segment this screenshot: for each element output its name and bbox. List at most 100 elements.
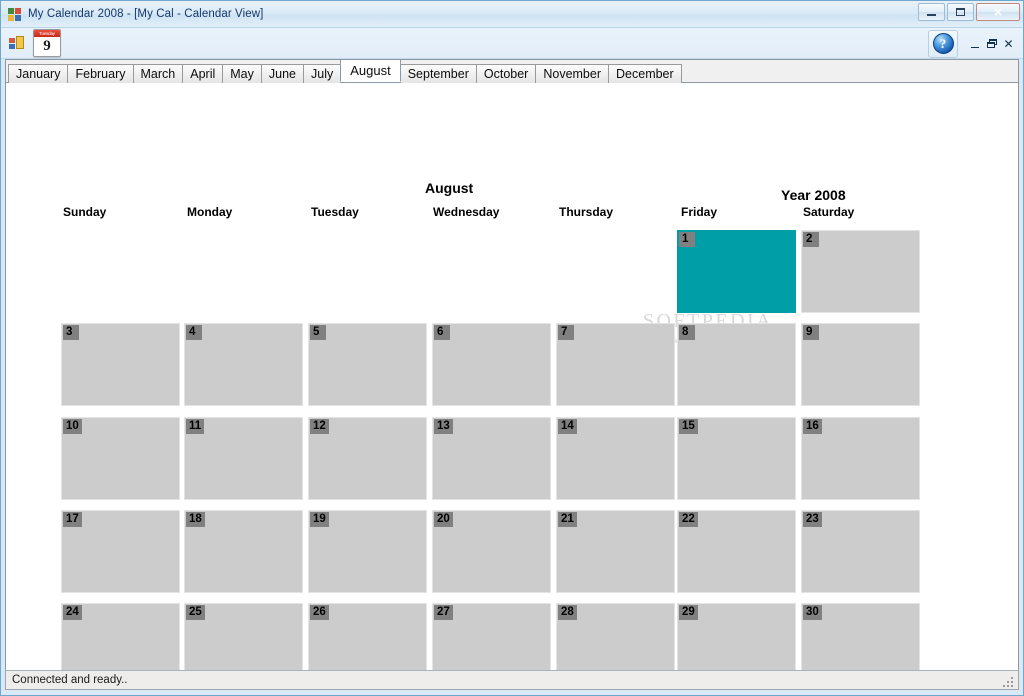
tab-march[interactable]: March	[132, 64, 184, 84]
calendar-day-cell[interactable]: 13	[432, 417, 551, 500]
day-number: 9	[803, 325, 819, 340]
day-number: 26	[310, 605, 329, 620]
day-number: 10	[63, 419, 82, 434]
toolbar-right-controls: ? ✕	[928, 28, 1017, 59]
calendar-day-cell[interactable]: 24	[61, 603, 180, 670]
calendar-day-cell[interactable]: 10	[61, 417, 180, 500]
day-number: 19	[310, 512, 329, 527]
calendar-day-cell[interactable]: 3	[61, 323, 180, 406]
calendar-day-cell[interactable]: 4	[184, 323, 303, 406]
calendar-day-cell[interactable]: 19	[308, 510, 427, 593]
tab-april[interactable]: April	[182, 64, 224, 84]
day-number: 28	[558, 605, 577, 620]
mdi-restore-button[interactable]	[983, 34, 1000, 54]
calendar-view: SOFTPEDIA www.softpedia.com August Year …	[6, 83, 1018, 670]
toolbar: Tuesday 9 ? ✕	[1, 28, 1023, 59]
status-text: Connected and ready..	[12, 674, 128, 686]
calendar-day-cell[interactable]: 6	[432, 323, 551, 406]
calendar-day-cell[interactable]: 7	[556, 323, 675, 406]
calendar-day-cell[interactable]: 26	[308, 603, 427, 670]
calendar-day-cell[interactable]: 28	[556, 603, 675, 670]
help-button[interactable]: ?	[928, 29, 958, 58]
calendar-day-cell[interactable]: 11	[184, 417, 303, 500]
tab-february[interactable]: February	[67, 64, 134, 84]
day-number: 21	[558, 512, 577, 527]
application-window: My Calendar 2008 - [My Cal - Calendar Vi…	[0, 0, 1024, 696]
calendar-day-cell[interactable]: 30	[801, 603, 920, 670]
calendar-day-cell[interactable]: 15	[677, 417, 796, 500]
day-number: 11	[186, 419, 205, 434]
day-number: 18	[186, 512, 205, 527]
tab-july[interactable]: July	[303, 64, 342, 84]
day-number: 14	[558, 419, 577, 434]
status-bar: Connected and ready..	[5, 670, 1019, 690]
day-number: 15	[679, 419, 698, 434]
day-number: 5	[310, 325, 326, 340]
day-number: 1	[679, 232, 695, 247]
day-number: 13	[434, 419, 453, 434]
dayname-tuesday: Tuesday	[311, 205, 359, 219]
calendar-day-icon[interactable]: Tuesday 9	[33, 29, 61, 57]
dayname-friday: Friday	[681, 205, 718, 219]
month-title: August	[425, 180, 474, 196]
calendar-day-cell[interactable]: 17	[61, 510, 180, 593]
calendar-day-cell[interactable]: 25	[184, 603, 303, 670]
day-number: 20	[434, 512, 453, 527]
calendar-day-cell[interactable]: 9	[801, 323, 920, 406]
window-title: My Calendar 2008 - [My Cal - Calendar Vi…	[28, 8, 264, 20]
day-number: 17	[63, 512, 82, 527]
calendar-day-cell[interactable]: 16	[801, 417, 920, 500]
dayname-saturday: Saturday	[803, 205, 855, 219]
calendar-day-cell[interactable]: 8	[677, 323, 796, 406]
tab-january[interactable]: January	[8, 64, 69, 84]
maximize-button[interactable]	[947, 3, 974, 21]
tab-june[interactable]: June	[260, 64, 304, 84]
day-number: 16	[803, 419, 822, 434]
day-number: 22	[679, 512, 698, 527]
close-button[interactable]: ✕	[976, 3, 1020, 21]
calendar-day-cell[interactable]: 1	[677, 230, 796, 313]
title-bar: My Calendar 2008 - [My Cal - Calendar Vi…	[1, 1, 1023, 28]
month-tab-strip: January February March April May June July Augu…	[6, 59, 1018, 84]
calendar-day-cell[interactable]: 29	[677, 603, 796, 670]
day-number: 8	[679, 325, 695, 340]
calendar-day-cell[interactable]: 27	[432, 603, 551, 670]
day-number: 7	[558, 325, 574, 340]
dayname-monday: Monday	[187, 205, 233, 219]
day-number: 2	[803, 232, 819, 247]
day-number: 12	[310, 419, 329, 434]
calendar-icon-weekday: Tuesday	[34, 30, 60, 37]
resize-grip[interactable]	[1003, 675, 1015, 687]
calendar-day-cell[interactable]: 22	[677, 510, 796, 593]
question-mark-icon: ?	[932, 33, 954, 54]
calendar-day-cell[interactable]: 2	[801, 230, 920, 313]
mdi-close-button[interactable]: ✕	[1000, 34, 1017, 54]
year-label: Year 2008	[781, 187, 846, 203]
day-number: 25	[186, 605, 205, 620]
day-number: 6	[434, 325, 450, 340]
day-number: 23	[803, 512, 822, 527]
calendar-day-cell[interactable]: 23	[801, 510, 920, 593]
tab-august[interactable]: August	[340, 59, 401, 82]
new-calendar-icon[interactable]	[9, 35, 25, 51]
day-number: 4	[186, 325, 202, 340]
tab-december[interactable]: December	[608, 64, 682, 84]
mdi-minimize-button[interactable]	[966, 34, 983, 54]
calendar-day-cell[interactable]: 20	[432, 510, 551, 593]
day-number: 29	[679, 605, 698, 620]
day-number: 30	[803, 605, 822, 620]
day-name-header: Sunday Monday Tuesday Wednesday Thursday Frid…	[6, 205, 1018, 223]
calendar-day-cell[interactable]: 21	[556, 510, 675, 593]
calendar-day-cell[interactable]: 12	[308, 417, 427, 500]
day-number: 24	[63, 605, 82, 620]
minimize-button[interactable]	[918, 3, 945, 21]
window-bottom-frame	[1, 690, 1023, 695]
calendar-day-cell[interactable]: 18	[184, 510, 303, 593]
calendar-day-cell[interactable]: 5	[308, 323, 427, 406]
tab-september[interactable]: September	[399, 64, 477, 84]
tab-november[interactable]: November	[535, 64, 610, 84]
tab-may[interactable]: May	[222, 64, 262, 84]
calendar-day-cell[interactable]: 14	[556, 417, 675, 500]
dayname-thursday: Thursday	[559, 205, 614, 219]
tab-october[interactable]: October	[475, 64, 537, 84]
